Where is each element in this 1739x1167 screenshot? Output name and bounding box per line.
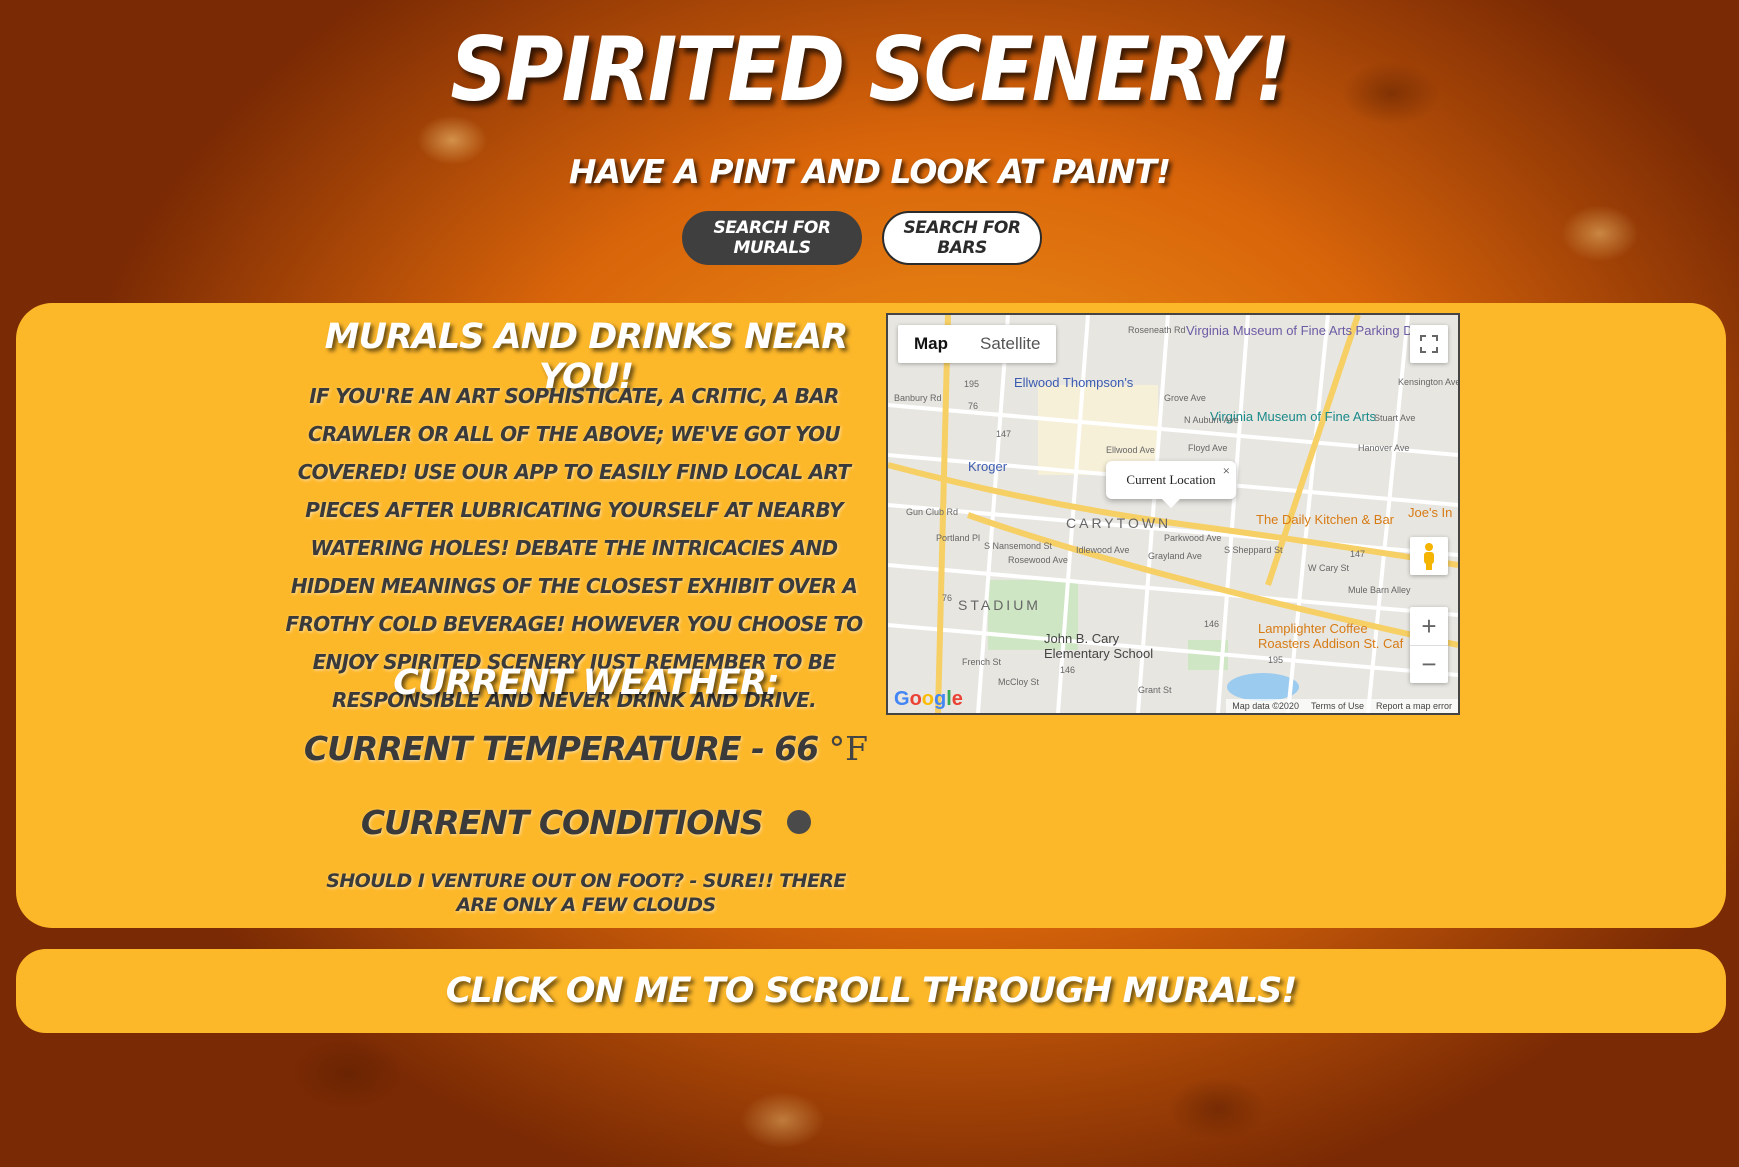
route-shield: 146 bbox=[1060, 665, 1076, 675]
zoom-out-button[interactable]: − bbox=[1410, 646, 1448, 683]
map-street-label: S Nansemond St bbox=[984, 541, 1053, 551]
google-logo: Google bbox=[894, 688, 963, 710]
map-street-label: Kensington Ave bbox=[1398, 377, 1460, 387]
map-type-map-button[interactable]: Map bbox=[898, 325, 964, 363]
poi-daily-kitchen[interactable]: The Daily Kitchen & Bar bbox=[1256, 512, 1394, 527]
route-shield: 146 bbox=[1204, 619, 1220, 629]
route-shield: 147 bbox=[996, 429, 1012, 439]
map-data-credit: Map data ©2020 bbox=[1232, 701, 1299, 711]
poi-stadium: STADIUM bbox=[958, 597, 1041, 613]
fullscreen-button[interactable] bbox=[1410, 325, 1448, 363]
poi-ellwood[interactable]: Ellwood Thompson's bbox=[1014, 375, 1133, 390]
route-shield: 147 bbox=[1350, 549, 1366, 559]
map-street-label: Banbury Rd bbox=[894, 393, 942, 403]
report-error-link[interactable]: Report a map error bbox=[1376, 701, 1452, 711]
scroll-murals-label: Click on me to scroll through murals! bbox=[445, 971, 1298, 1011]
terms-link[interactable]: Terms of Use bbox=[1311, 701, 1364, 711]
route-shield: 195 bbox=[964, 379, 980, 389]
conditions-label: Current Conditions bbox=[360, 803, 764, 842]
pegman-icon bbox=[1424, 543, 1434, 570]
map-footer: Map data ©2020 Terms of Use Report a map… bbox=[1226, 699, 1458, 713]
scroll-murals-button[interactable]: Click on me to scroll through murals! bbox=[16, 949, 1726, 1033]
cloud-icon bbox=[787, 809, 812, 834]
route-shield: 76 bbox=[968, 401, 979, 411]
temperature-row: Current Temperature - 66 °F bbox=[276, 729, 896, 768]
venture-text: Should I venture out on foot? - Sure!! T… bbox=[326, 870, 846, 916]
map-street-label: McCloy St bbox=[998, 677, 1040, 687]
site-title: Spirited Scenery! bbox=[450, 18, 1290, 121]
poi-john-b-cary[interactable]: John B. Cary Elementary School bbox=[1044, 631, 1164, 661]
search-bars-button[interactable]: Search for Bars bbox=[882, 211, 1042, 265]
map-street-label: Grant St bbox=[1138, 685, 1172, 695]
weather-title: Current Weather: bbox=[393, 663, 780, 703]
map-street-label: W Cary St bbox=[1308, 563, 1350, 573]
temperature-label: Current Temperature - 66 bbox=[303, 729, 819, 768]
map-street-label: Grove Ave bbox=[1164, 393, 1206, 403]
map-street-label: Mule Barn Alley bbox=[1348, 585, 1411, 595]
map-street-label: S Sheppard St bbox=[1224, 545, 1283, 555]
poi-joes[interactable]: Joe's In bbox=[1408, 505, 1452, 520]
poi-vmfa-parking[interactable]: Virginia Museum of Fine Arts Parking Dec… bbox=[1186, 323, 1433, 338]
map-street-label: Gun Club Rd bbox=[906, 507, 959, 517]
map-type-toggle: Map Satellite bbox=[898, 325, 1057, 363]
info-panel: Murals and Drinks near you! If you're an… bbox=[16, 303, 1726, 928]
map-street-label: Portland Pl bbox=[936, 533, 981, 543]
poi-lamplighter[interactable]: Lamplighter Coffee Roasters Addison St. … bbox=[1258, 621, 1418, 651]
map-street-label: Stuart Ave bbox=[1374, 413, 1416, 423]
map-street-label: N Auburn Ave bbox=[1184, 415, 1239, 425]
zoom-in-button[interactable]: + bbox=[1410, 607, 1448, 646]
temperature-unit: °F bbox=[828, 729, 869, 768]
map-street-label: Hanover Ave bbox=[1358, 443, 1410, 453]
conditions-row: Current Conditions bbox=[276, 803, 896, 842]
popup-label: Current Location bbox=[1126, 472, 1216, 487]
tagline: Have a pint and look at paint! bbox=[568, 152, 1171, 191]
map-type-satellite-button[interactable]: Satellite bbox=[964, 325, 1056, 363]
route-shield: 76 bbox=[942, 593, 953, 603]
current-location-popup: Current Location × bbox=[1106, 461, 1236, 508]
fullscreen-icon bbox=[1420, 335, 1438, 353]
poi-kroger[interactable]: Kroger bbox=[968, 459, 1007, 474]
route-shield: 195 bbox=[1268, 655, 1284, 665]
zoom-control: + − bbox=[1410, 607, 1448, 683]
map-street-label: Grayland Ave bbox=[1148, 551, 1202, 561]
poi-carytown: CARYTOWN bbox=[1066, 515, 1172, 531]
map-street-label: French St bbox=[962, 657, 1002, 667]
map-street-label: Parkwood Ave bbox=[1164, 533, 1222, 543]
map-street-label: Ellwood Ave bbox=[1106, 445, 1155, 455]
map[interactable]: Virginia Museum of Fine Arts Parking Dec… bbox=[886, 313, 1460, 715]
pegman-button[interactable] bbox=[1410, 537, 1448, 575]
map-street-label: Floyd Ave bbox=[1188, 443, 1228, 453]
search-murals-button[interactable]: Search for Murals bbox=[682, 211, 862, 265]
map-street-label: Roseneath Rd bbox=[1128, 325, 1186, 335]
map-street-label: Idlewood Ave bbox=[1076, 545, 1130, 555]
popup-close-button[interactable]: × bbox=[1223, 463, 1230, 479]
map-street-label: Rosewood Ave bbox=[1008, 555, 1068, 565]
